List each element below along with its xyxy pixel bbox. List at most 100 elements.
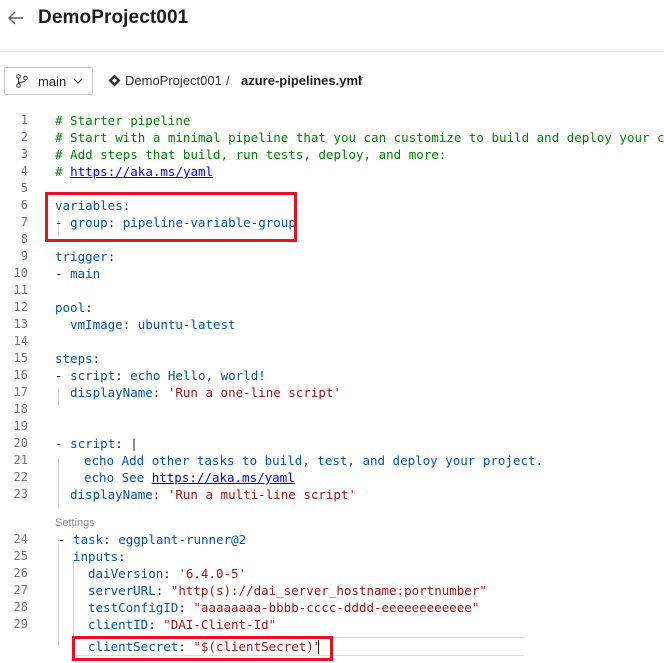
code-colon: :: [155, 583, 171, 598]
header-divider: [0, 51, 664, 52]
code-link[interactable]: https://aka.ms/yaml: [152, 470, 295, 485]
code-value: "aaaaaaaa-bbbb-cccc-dddd-eeeeeeeeeeee": [193, 600, 480, 615]
line-number: 6: [20, 198, 28, 212]
code-link[interactable]: https://aka.ms/yaml: [70, 164, 213, 179]
highlight-box-clientsecret: [72, 636, 333, 661]
line-number: 24: [13, 532, 28, 546]
code-key: displayName: [70, 487, 153, 502]
code-key: displayName: [70, 385, 153, 400]
code-line: 12 pool:: [0, 299, 664, 316]
code-key: testConfigID: [88, 600, 179, 615]
code-key: inputs: [73, 549, 119, 564]
line-number: 8: [20, 232, 28, 246]
line-number: 17: [13, 385, 28, 399]
code-colon: :: [103, 532, 119, 547]
line-number: 3: [20, 147, 28, 161]
line-number: 4: [20, 164, 28, 178]
code-line: 23 displayName: 'Run a multi-line script…: [0, 486, 664, 503]
code-line: 21 echo Add other tasks to build, test, …: [0, 452, 664, 469]
code-key: clientID: [88, 617, 149, 632]
line-number: 15: [13, 351, 28, 365]
branch-selector[interactable]: main: [4, 67, 93, 95]
code-key: task: [73, 532, 104, 547]
chevron-down-icon: [73, 78, 83, 84]
code-colon: :: [178, 600, 194, 615]
code-text: #: [55, 164, 71, 179]
line-number: 27: [13, 583, 28, 597]
code-colon: :: [107, 249, 116, 264]
line-number: 11: [13, 283, 28, 297]
code-value: |: [130, 436, 138, 451]
code-key: serverURL: [88, 583, 156, 598]
line-number: 12: [13, 300, 28, 314]
breadcrumb-repo[interactable]: DemoProject001: [125, 73, 222, 88]
repo-diamond-icon: [108, 74, 121, 87]
line-number: 16: [13, 368, 28, 382]
code-colon: :: [148, 617, 164, 632]
line-number: 19: [13, 419, 28, 433]
code-dash: -: [55, 436, 71, 451]
code-line: 11: [0, 282, 664, 299]
code-dash: -: [58, 532, 74, 547]
line-number: 26: [13, 566, 28, 580]
line-number: 14: [13, 334, 28, 348]
breadcrumb-file: azure-pipelines.yml: [241, 73, 362, 88]
line-number: 2: [20, 130, 28, 144]
code-line: 18: [0, 401, 664, 418]
code-line: 27 serverURL: "http(s)://dai_server_host…: [0, 582, 664, 599]
back-arrow-icon[interactable]: [4, 8, 28, 32]
code-value: echo See: [84, 470, 152, 485]
code-key: pool: [55, 300, 86, 315]
branch-icon: [16, 74, 28, 88]
code-colon: :: [152, 385, 168, 400]
line-number: 29: [13, 617, 28, 631]
code-line: 3 # Add steps that build, run tests, dep…: [0, 146, 664, 163]
line-number: 1: [20, 113, 28, 127]
code-value: main: [70, 266, 101, 281]
code-colon: :: [122, 317, 138, 332]
code-line: 20 - script: |: [0, 435, 664, 452]
code-value: echo Add other tasks to build, test, and…: [84, 453, 544, 468]
code-line: 16 - script: echo Hello, world!: [0, 367, 664, 384]
code-colon: :: [92, 351, 101, 366]
code-colon: :: [118, 549, 126, 564]
line-number: 21: [13, 453, 28, 467]
line-number: 5: [20, 181, 28, 195]
line-number: 23: [13, 487, 28, 501]
code-line: 22 echo See https://aka.ms/yaml: [0, 469, 664, 486]
line-number: 18: [13, 402, 28, 416]
settings-codelens[interactable]: Settings: [55, 517, 95, 529]
code-key: script: [70, 436, 116, 451]
code-dash: -: [55, 368, 71, 383]
code-value: "http(s)://dai_server_hostname:portnumbe…: [170, 583, 487, 598]
code-key: daiVersion: [88, 566, 164, 581]
code-line: 25 inputs:: [0, 548, 664, 565]
line-number: 7: [20, 215, 28, 229]
code-text: # Starter pipeline: [55, 113, 191, 128]
page-header: DemoProject001: [0, 0, 664, 44]
code-value: 'Run a one-line script': [167, 385, 341, 400]
line-number: 28: [13, 600, 28, 614]
code-key: steps: [55, 351, 93, 366]
code-value: "DAI-Client-Id": [163, 617, 277, 632]
code-value: echo Hello, world!: [130, 368, 266, 383]
line-number: 10: [13, 266, 28, 280]
code-line: 13 vmImage: ubuntu-latest: [0, 316, 664, 333]
line-number: 20: [13, 436, 28, 450]
code-key: vmImage: [70, 317, 123, 332]
code-text: # Start with a minimal pipeline that you…: [55, 130, 664, 145]
code-value: ubuntu-latest: [137, 317, 236, 332]
code-value: '6.4.0-5': [178, 566, 247, 581]
code-colon: :: [115, 368, 131, 383]
code-line: 17 displayName: 'Run a one-line script': [0, 384, 664, 401]
code-colon: :: [85, 300, 93, 315]
code-colon: :: [152, 487, 168, 502]
code-line: 14: [0, 333, 664, 350]
code-text: # Add steps that build, run tests, deplo…: [55, 147, 447, 162]
code-dash: -: [55, 266, 71, 281]
code-line: 24 - task: eggplant-runner@2: [0, 531, 664, 548]
code-colon: :: [163, 566, 179, 581]
code-line: 1 # Starter pipeline: [0, 112, 664, 129]
breadcrumb-separator: /: [226, 73, 230, 88]
code-key: script: [70, 368, 116, 383]
